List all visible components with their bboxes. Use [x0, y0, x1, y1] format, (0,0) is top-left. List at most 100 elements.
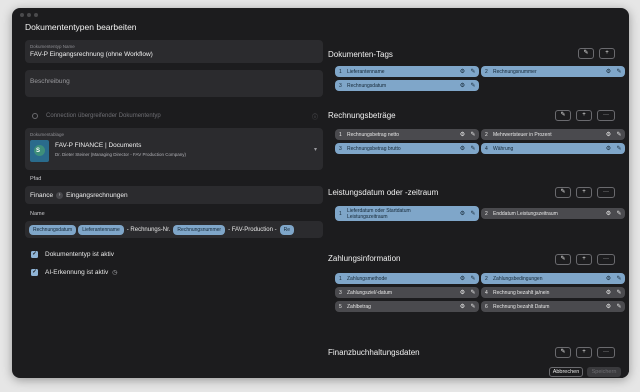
minimize-dot-icon[interactable] — [27, 13, 31, 17]
pencil-icon: ✎ — [560, 256, 566, 262]
document-storage-owner: Dr. Dieter Steiner (Managing Director - … — [55, 152, 186, 157]
gear-icon[interactable]: ⚙ — [604, 275, 613, 282]
payment-chip[interactable]: 5 Zahlbetrag ⚙ ✎ — [335, 301, 479, 312]
gear-icon[interactable]: ⚙ — [604, 303, 613, 310]
ai-checkbox[interactable]: ✓ — [31, 269, 38, 276]
tag-chip[interactable]: 3 Rechnungsdatum ⚙ ✎ — [335, 80, 479, 91]
path-child[interactable]: Eingangsrechnungen — [66, 192, 127, 199]
amounts-add-button[interactable]: + — [576, 110, 592, 121]
document-type-name-field[interactable]: Dokumententyp Name FAV-P Eingangsrechnun… — [25, 40, 323, 63]
plus-icon: + — [582, 349, 586, 355]
gear-icon[interactable]: ⚙ — [458, 289, 467, 296]
amount-chip[interactable]: 3 Rechnungsbetrag brutto ⚙ ✎ — [335, 143, 479, 154]
tags-edit-button[interactable]: ✎ — [578, 48, 594, 59]
zoom-dot-icon[interactable] — [34, 13, 38, 17]
pencil-icon[interactable]: ✎ — [613, 131, 625, 138]
gear-icon[interactable]: ⚙ — [458, 68, 467, 75]
amounts-more-button[interactable]: ··· — [597, 110, 615, 121]
pencil-icon[interactable]: ✎ — [613, 275, 625, 282]
document-type-name-value[interactable]: FAV-P Eingangsrechnung (ohne Workflow) — [30, 51, 153, 58]
pencil-icon[interactable]: ✎ — [467, 82, 479, 89]
pencil-icon[interactable]: ✎ — [613, 145, 625, 152]
pencil-icon[interactable]: ✎ — [467, 275, 479, 282]
pencil-icon[interactable]: ✎ — [467, 303, 479, 310]
tag-chip[interactable]: 2 Rechnungsnummer ⚙ ✎ — [481, 66, 625, 77]
amounts-edit-button[interactable]: ✎ — [555, 110, 571, 121]
payment-more-button[interactable]: ··· — [597, 254, 615, 265]
service-add-button[interactable]: + — [576, 187, 592, 198]
document-storage-select[interactable]: Dokumentablage S FAV-P FINANCE | Documen… — [25, 128, 323, 170]
chevron-down-icon[interactable]: ▾ — [314, 146, 317, 153]
gear-icon[interactable]: ⚙ — [604, 289, 613, 296]
service-chip[interactable]: 2 Enddatum Leistungszeitraum ⚙ ✎ — [481, 208, 625, 219]
service-section-title: Leistungsdatum oder -zeitraum — [328, 188, 439, 197]
document-storage-label: Dokumentablage — [30, 132, 65, 137]
pencil-icon[interactable]: ✎ — [467, 289, 479, 296]
save-button[interactable]: Speichern — [587, 367, 621, 377]
clock-icon[interactable]: ◷ — [112, 269, 117, 276]
pencil-icon[interactable]: ✎ — [613, 289, 625, 296]
ai-checkbox-label: AI-Erkennung ist aktiv — [45, 269, 109, 276]
name-pattern-label: Name — [30, 211, 45, 217]
service-edit-button[interactable]: ✎ — [555, 187, 571, 198]
amount-chip[interactable]: 1 Rechnungsbetrag netto ⚙ ✎ — [335, 129, 479, 140]
plus-icon: + — [582, 189, 586, 195]
path-field[interactable]: Finance › Eingangsrechnungen — [25, 186, 323, 204]
active-checkbox-label: Dokumententyp ist aktiv — [45, 251, 115, 258]
payment-chip[interactable]: 2 Zahlungsbedingungen ⚙ ✎ — [481, 273, 625, 284]
service-chip[interactable]: 1 Lieferdatum oder Startdatum Leistungsze… — [335, 206, 479, 221]
name-chip-invoice-number[interactable]: Rechnungsnummer — [173, 224, 226, 235]
close-dot-icon[interactable] — [20, 13, 24, 17]
accounting-more-button[interactable]: ··· — [597, 347, 615, 358]
pencil-icon[interactable]: ✎ — [467, 145, 479, 152]
active-checkbox-row[interactable]: ✓ Dokumententyp ist aktiv — [31, 251, 114, 258]
service-more-button[interactable]: ··· — [597, 187, 615, 198]
amount-chip[interactable]: 2 Mehrwertsteuer in Prozent ⚙ ✎ — [481, 129, 625, 140]
accounting-edit-button[interactable]: ✎ — [555, 347, 571, 358]
active-checkbox[interactable]: ✓ — [31, 251, 38, 258]
gear-icon[interactable]: ⚙ — [458, 275, 467, 282]
pencil-icon[interactable]: ✎ — [467, 211, 479, 217]
name-pattern-field[interactable]: Rechnungsdatum Lieferantenname - Rechnun… — [25, 221, 323, 238]
window-controls[interactable] — [20, 13, 38, 17]
payment-chip[interactable]: 3 Zahlungsziel/-datum ⚙ ✎ — [335, 287, 479, 298]
gear-icon[interactable]: ⚙ — [458, 145, 467, 152]
amounts-section-title: Rechnungsbeträge — [328, 111, 396, 120]
name-chip-supplier[interactable]: Lieferantenname — [78, 224, 124, 235]
gear-icon[interactable]: ⚙ — [604, 145, 613, 152]
payment-chip[interactable]: 6 Rechnung bezahlt Datum ⚙ ✎ — [481, 301, 625, 312]
gear-icon[interactable]: ⚙ — [458, 303, 467, 310]
gear-icon[interactable]: ⚙ — [458, 131, 467, 138]
accounting-add-button[interactable]: + — [576, 347, 592, 358]
pencil-icon[interactable]: ✎ — [613, 68, 625, 75]
info-icon[interactable]: ⓘ — [312, 112, 318, 121]
connection-radio[interactable] — [32, 113, 38, 119]
gear-icon[interactable]: ⚙ — [458, 211, 467, 217]
ai-checkbox-row[interactable]: ✓ AI-Erkennung ist aktiv ◷ — [31, 269, 117, 276]
gear-icon[interactable]: ⚙ — [458, 82, 467, 89]
name-chip-truncated[interactable]: Re — [279, 224, 295, 235]
pencil-icon[interactable]: ✎ — [613, 303, 625, 310]
right-column: Dokumenten-Tags ✎ + 1 Lieferantenname ⚙ ✎ … — [323, 36, 629, 378]
cancel-button[interactable]: Abbrechen — [549, 367, 583, 377]
pencil-icon: ✎ — [583, 50, 589, 56]
gear-icon[interactable]: ⚙ — [604, 131, 613, 138]
tag-chip[interactable]: 1 Lieferantenname ⚙ ✎ — [335, 66, 479, 77]
pencil-icon[interactable]: ✎ — [613, 210, 625, 217]
payment-add-button[interactable]: + — [576, 254, 592, 265]
connection-option[interactable]: Connection übergreifender Dokumententyp … — [32, 111, 322, 121]
description-field[interactable]: Beschreibung — [25, 70, 323, 97]
pencil-icon[interactable]: ✎ — [467, 131, 479, 138]
edit-document-type-dialog: Dokumententypen bearbeiten Dokumententyp… — [12, 8, 629, 378]
gear-icon[interactable]: ⚙ — [604, 68, 613, 75]
payment-edit-button[interactable]: ✎ — [555, 254, 571, 265]
pencil-icon[interactable]: ✎ — [467, 68, 479, 75]
payment-chip[interactable]: 1 Zahlungsmethode ⚙ ✎ — [335, 273, 479, 284]
tags-add-button[interactable]: + — [599, 48, 615, 59]
path-root[interactable]: Finance — [30, 192, 53, 199]
payment-chip[interactable]: 4 Rechnung bezahlt ja/nein ⚙ ✎ — [481, 287, 625, 298]
amount-chip[interactable]: 4 Währung ⚙ ✎ — [481, 143, 625, 154]
gear-icon[interactable]: ⚙ — [604, 210, 613, 217]
name-chip-invoice-date[interactable]: Rechnungsdatum — [29, 224, 77, 235]
plus-icon: + — [582, 112, 586, 118]
